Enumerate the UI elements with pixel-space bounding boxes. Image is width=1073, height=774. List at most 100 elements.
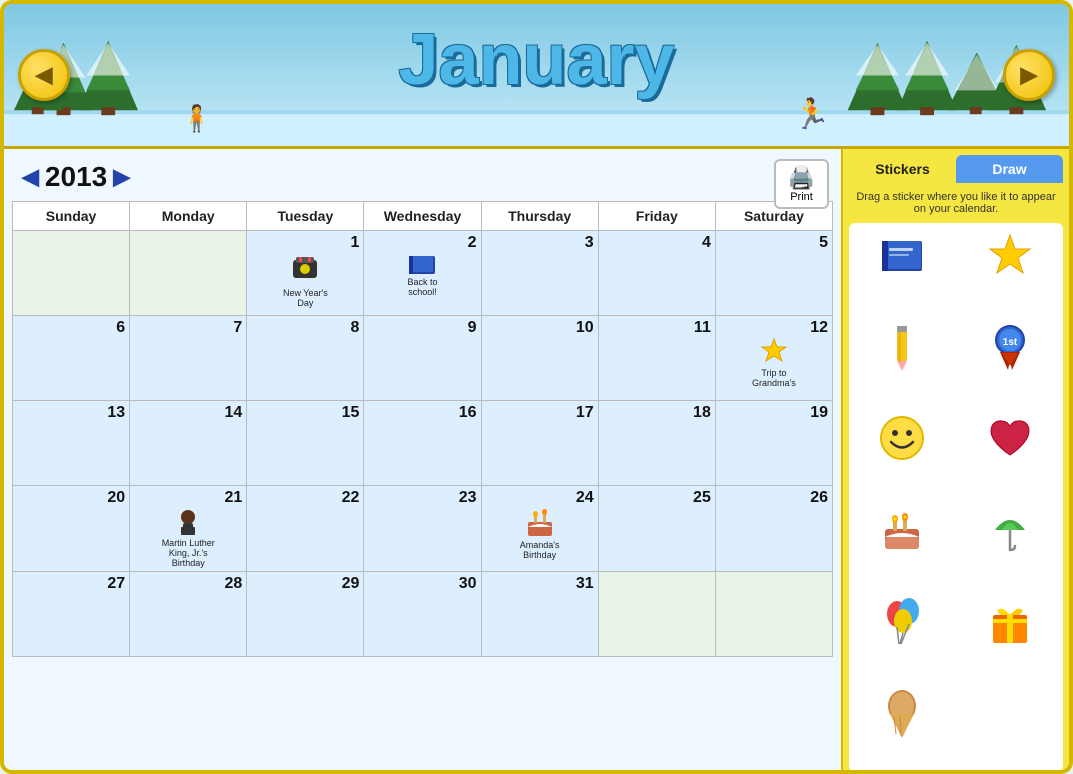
prev-month-button[interactable]: ◀ (18, 49, 70, 101)
day-number: 13 (107, 404, 125, 422)
day-number: 6 (116, 319, 125, 337)
svg-text:🏃: 🏃 (793, 97, 830, 131)
cal-cell[interactable]: 15 (247, 401, 364, 486)
day-number: 5 (819, 234, 828, 252)
cal-cell[interactable]: 10 (481, 316, 598, 401)
cal-cell[interactable]: 19 (715, 401, 832, 486)
print-button[interactable]: 🖨️ Print (774, 159, 829, 209)
cal-cell[interactable]: 7 (130, 316, 247, 401)
cal-cell[interactable] (715, 572, 832, 657)
cal-cell[interactable]: 4 (598, 231, 715, 316)
sticker-ribbon[interactable]: 1st (961, 319, 1059, 374)
cal-cell[interactable]: 26 (715, 486, 832, 572)
tab-stickers[interactable]: Stickers (849, 155, 956, 183)
cal-cell[interactable]: 18 (598, 401, 715, 486)
stickers-grid: 1st (849, 223, 1063, 772)
cal-cell[interactable]: 29 (247, 572, 364, 657)
tab-draw[interactable]: Draw (956, 155, 1063, 183)
day-number: 25 (693, 489, 711, 507)
header-thursday: Thursday (481, 202, 598, 231)
year-display: ◀ 2013 ▶ (16, 161, 136, 193)
day-number: 31 (576, 575, 594, 593)
cal-cell[interactable]: 5 (715, 231, 832, 316)
day-number: 9 (468, 319, 477, 337)
cal-cell[interactable]: 21Martin LutherKing, Jr.'sBirthday (130, 486, 247, 572)
cal-cell[interactable] (130, 231, 247, 316)
cal-cell[interactable]: 23 (364, 486, 481, 572)
day-number: 10 (576, 319, 594, 337)
sticker-cake[interactable] (853, 502, 951, 557)
cal-cell[interactable]: 14 (130, 401, 247, 486)
cal-cell[interactable]: 1New Year'sDay (247, 231, 364, 316)
cal-cell[interactable]: 31 (481, 572, 598, 657)
cal-cell[interactable] (13, 231, 130, 316)
sidebar-tabs: Stickers Draw (849, 155, 1063, 183)
sticker-umbrella[interactable] (961, 502, 1059, 557)
cal-cell[interactable]: 2Back toschool! (364, 231, 481, 316)
sticker-star[interactable] (961, 227, 1059, 282)
sidebar-description: Drag a sticker where you like it to appe… (849, 191, 1063, 215)
cell-content: Trip toGrandma's (720, 337, 828, 388)
year-next-button[interactable]: ▶ (107, 164, 136, 190)
header-friday: Friday (598, 202, 715, 231)
sticker-gift[interactable] (961, 594, 1059, 649)
cal-cell[interactable]: 16 (364, 401, 481, 486)
cal-cell[interactable]: 22 (247, 486, 364, 572)
day-number: 4 (702, 234, 711, 252)
sticker-icecream[interactable] (853, 686, 951, 741)
header-sunday: Sunday (13, 202, 130, 231)
cal-cell[interactable]: 9 (364, 316, 481, 401)
cal-cell[interactable]: 24Amanda'sBirthday (481, 486, 598, 572)
cal-cell[interactable]: 28 (130, 572, 247, 657)
cal-cell[interactable]: 30 (364, 572, 481, 657)
day-number: 24 (576, 489, 594, 507)
svg-text:🧍: 🧍 (181, 103, 213, 133)
cal-cell[interactable]: 3 (481, 231, 598, 316)
header-wednesday: Wednesday (364, 202, 481, 231)
calendar-section: ◀ 2013 ▶ Sunday Monday Tuesday Wednesday… (4, 149, 841, 774)
cal-cell[interactable]: 6 (13, 316, 130, 401)
day-number: 18 (693, 404, 711, 422)
day-number: 14 (224, 404, 242, 422)
year-number: 2013 (45, 161, 107, 193)
next-month-button[interactable]: ▶ (1003, 49, 1055, 101)
cal-cell[interactable]: 13 (13, 401, 130, 486)
header: 🧍 🏃 January ◀ ▶ (4, 4, 1069, 149)
cal-cell[interactable]: 20 (13, 486, 130, 572)
sticker-heart[interactable] (961, 411, 1059, 466)
day-number: 3 (585, 234, 594, 252)
week-row: 678 9 101112Trip toGrandma's (13, 316, 833, 401)
cell-content: New Year'sDay (251, 252, 359, 308)
day-number: 2 (468, 234, 477, 252)
cal-cell[interactable]: 17 (481, 401, 598, 486)
month-title: January (398, 19, 674, 101)
day-number: 29 (342, 575, 360, 593)
sticker-book[interactable] (853, 227, 951, 282)
sidebar: Stickers Draw Drag a sticker where you l… (841, 149, 1069, 774)
day-number: 26 (810, 489, 828, 507)
day-number: 27 (107, 575, 125, 593)
svg-text:1st: 1st (1003, 337, 1018, 348)
cal-cell[interactable]: 27 (13, 572, 130, 657)
day-number: 19 (810, 404, 828, 422)
header-monday: Monday (130, 202, 247, 231)
sticker-smiley[interactable] (853, 411, 951, 466)
day-headers-row: Sunday Monday Tuesday Wednesday Thursday… (13, 202, 833, 231)
main-content: ◀ 2013 ▶ Sunday Monday Tuesday Wednesday… (4, 149, 1069, 774)
app-container: 🧍 🏃 January ◀ ▶ ◀ 2013 ▶ (0, 0, 1073, 774)
cal-cell[interactable]: 25 (598, 486, 715, 572)
sticker-pencil[interactable] (853, 319, 951, 374)
year-prev-button[interactable]: ◀ (16, 164, 45, 190)
cal-cell[interactable] (598, 572, 715, 657)
day-number: 1 (351, 234, 360, 252)
sticker-balloons[interactable] (853, 594, 951, 649)
week-row: 27 28 29 30 31 (13, 572, 833, 657)
cal-cell[interactable]: 8 (247, 316, 364, 401)
cell-content: Amanda'sBirthday (486, 507, 594, 560)
day-number: 16 (459, 404, 477, 422)
day-number: 30 (459, 575, 477, 593)
cal-cell[interactable]: 11 (598, 316, 715, 401)
header-tuesday: Tuesday (247, 202, 364, 231)
week-row: 2021Martin LutherKing, Jr.'sBirthday2223… (13, 486, 833, 572)
cal-cell[interactable]: 12Trip toGrandma's (715, 316, 832, 401)
